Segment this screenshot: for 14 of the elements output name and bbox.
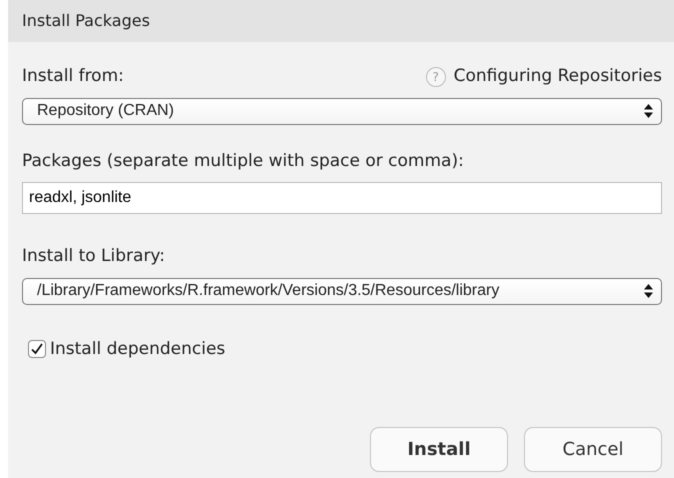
checkbox[interactable]	[28, 340, 46, 358]
stepper-icon	[644, 284, 653, 298]
field-label: Install to Library:	[22, 245, 166, 268]
install-button[interactable]: Install	[370, 427, 508, 472]
window-title: Install Packages	[22, 10, 150, 32]
cancel-button[interactable]: Cancel	[524, 427, 662, 472]
packages-input[interactable]: readxl, jsonlite	[22, 182, 662, 214]
checkbox-label: Install dependencies	[50, 338, 226, 360]
repository-dropdown[interactable]: Repository (CRAN)	[22, 98, 662, 124]
library-dropdown[interactable]: /Library/Frameworks/R.framework/Versions/3.5/Resources/library	[22, 278, 662, 304]
stepper-icon	[644, 104, 653, 118]
field-label: Packages (separate multiple with space or comma):	[22, 150, 465, 172]
help-link[interactable]: Configuring Repositories	[454, 64, 662, 90]
field-label: Install from:	[22, 65, 124, 88]
